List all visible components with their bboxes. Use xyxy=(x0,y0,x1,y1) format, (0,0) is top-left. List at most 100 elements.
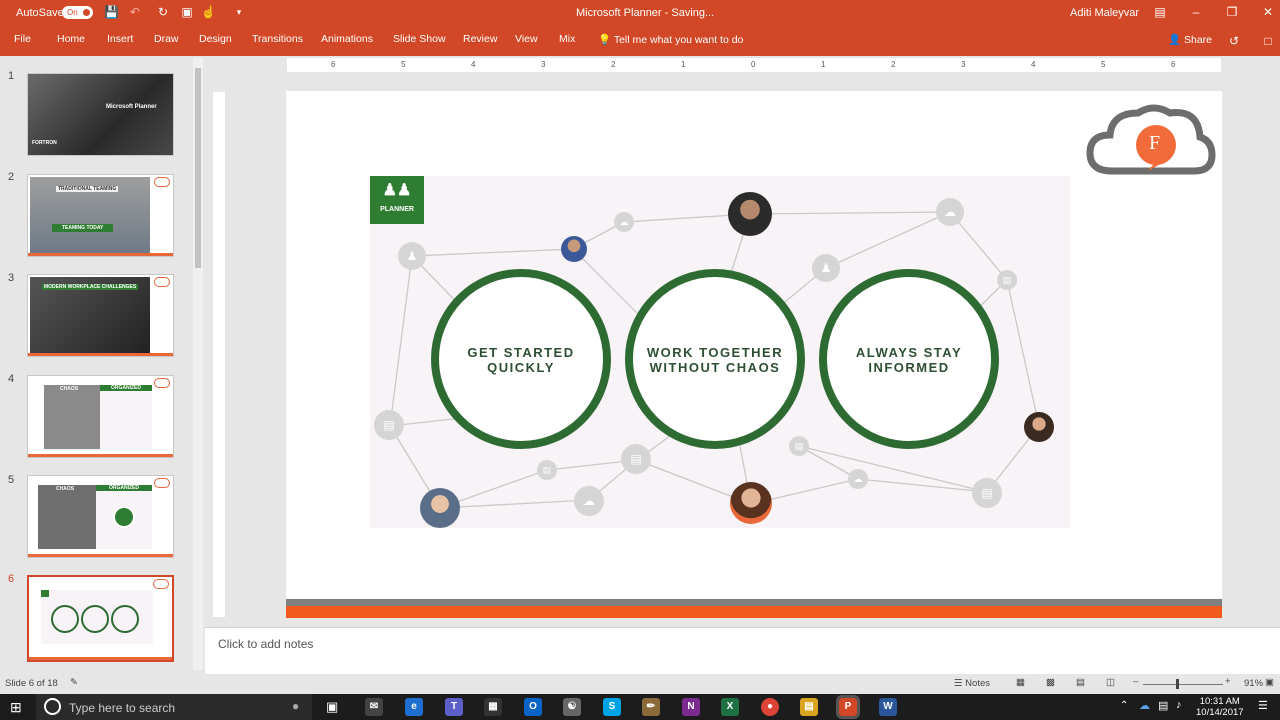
scrollbar-thumb[interactable] xyxy=(195,68,201,268)
minimize-icon[interactable]: – xyxy=(1186,3,1206,21)
maximize-icon[interactable]: ❐ xyxy=(1222,3,1242,21)
tab-file[interactable]: File xyxy=(14,33,31,45)
cortana-icon xyxy=(44,698,61,715)
thumb-accent-bar xyxy=(28,253,173,256)
avatar xyxy=(728,192,772,236)
thumb-accent-bar xyxy=(28,454,173,457)
file-explorer-icon[interactable]: ▤ xyxy=(800,698,818,716)
save-icon[interactable]: 💾 xyxy=(104,5,119,19)
thumb-number: 6 xyxy=(8,573,15,585)
ruler-label: 0 xyxy=(751,60,756,69)
taskbar-clock[interactable]: 10:31 AM 10/14/2017 xyxy=(1196,696,1244,718)
show-hidden-icons[interactable]: ⌃ xyxy=(1120,700,1128,711)
slide-thumbnail-3[interactable]: MODERN WORKPLACE CHALLENGES xyxy=(27,274,174,357)
notes-pane[interactable]: Click to add notes xyxy=(205,627,1280,674)
tell-me-search[interactable]: 💡 Tell me what you want to do xyxy=(598,33,743,46)
slide-scrollbar[interactable] xyxy=(1270,60,1280,620)
thumb-accent-bar xyxy=(28,353,173,356)
user-name[interactable]: Aditi Maleyvar xyxy=(1070,7,1139,19)
notes-toggle[interactable]: ☰ Notes xyxy=(954,678,990,689)
touch-mode-icon[interactable]: ☝ xyxy=(201,5,216,19)
thumbnail-scrollbar[interactable] xyxy=(193,58,203,670)
tab-home[interactable]: Home xyxy=(57,33,85,45)
chrome-icon[interactable]: ● xyxy=(761,698,779,716)
word-icon[interactable]: W xyxy=(879,698,897,716)
thumb-1-brand: FORTRON xyxy=(32,140,57,146)
document-node-icon: ▤ xyxy=(374,410,404,440)
customize-qat-icon[interactable]: ▾ xyxy=(232,5,246,19)
spelling-check-icon[interactable]: ✎ xyxy=(70,677,78,688)
comments-icon[interactable]: □ xyxy=(1258,32,1278,50)
ruler-label: 5 xyxy=(401,60,406,69)
outlook-icon[interactable]: O xyxy=(524,698,542,716)
activity-history-icon[interactable]: ↺ xyxy=(1224,32,1244,50)
tab-view[interactable]: View xyxy=(515,33,538,45)
planner-graphic[interactable]: ♟♟ PLANNER ♟ ☁ ♟ ☁ ▤ ▤ ▤ ▤ ☁ ▤ ☁ ▤ GET S… xyxy=(370,176,1070,528)
reading-view-icon[interactable]: ▤ xyxy=(1076,677,1085,688)
slide-thumbnail-4[interactable]: CHAOS ORGANIZED xyxy=(27,375,174,458)
slide-canvas[interactable]: F ♟♟ PLANNER ♟ ☁ ♟ ☁ ▤ ▤ ▤ ▤ ☁ ▤ ☁ ▤ GET… xyxy=(286,91,1222,618)
tab-review[interactable]: Review xyxy=(463,33,497,45)
normal-view-icon[interactable]: ▦ xyxy=(1016,677,1025,688)
redo-icon[interactable]: ↻ xyxy=(156,5,170,19)
group-node-icon: ♟ xyxy=(812,254,840,282)
slideshow-start-icon[interactable]: ▣ xyxy=(180,5,194,19)
network-icon[interactable]: ▤ xyxy=(1158,699,1168,712)
thumb-ring xyxy=(81,605,109,633)
slideshow-view-icon[interactable]: ◫ xyxy=(1106,677,1115,688)
thumb-4-right: ORGANIZED xyxy=(100,385,152,391)
zoom-in-icon[interactable]: + xyxy=(1225,676,1231,687)
app-icon[interactable]: ✏ xyxy=(642,698,660,716)
zoom-slider-thumb[interactable] xyxy=(1176,679,1179,689)
microphone-icon[interactable]: ● xyxy=(292,699,299,713)
skype-icon[interactable]: S xyxy=(603,698,621,716)
tab-draw[interactable]: Draw xyxy=(154,33,179,45)
tab-design[interactable]: Design xyxy=(199,33,232,45)
share-button[interactable]: 👤 Share xyxy=(1168,33,1212,46)
windows-start-icon[interactable]: ⊞ xyxy=(10,699,22,716)
tab-slide-show[interactable]: Slide Show xyxy=(393,33,446,45)
tab-transitions[interactable]: Transitions xyxy=(252,33,303,45)
slide-thumbnail-1[interactable]: Microsoft Planner FORTRON xyxy=(27,73,174,156)
fit-slide-icon[interactable]: ▣ xyxy=(1265,677,1274,688)
close-icon[interactable]: ✕ xyxy=(1258,3,1278,21)
store-icon[interactable]: ▦ xyxy=(484,698,502,716)
mail-app-icon[interactable]: ✉ xyxy=(365,698,383,716)
slide-thumbnail-6[interactable] xyxy=(27,575,174,662)
volume-icon[interactable]: ♪ xyxy=(1176,699,1182,711)
ruler-label: 4 xyxy=(1031,60,1036,69)
undo-icon[interactable]: ↶ xyxy=(128,5,142,19)
tab-animations[interactable]: Animations xyxy=(321,33,373,45)
slide-thumbnail-5[interactable]: CHAOS ORGANIZED xyxy=(27,475,174,558)
zoom-out-icon[interactable]: – xyxy=(1133,676,1138,687)
onenote-icon[interactable]: N xyxy=(682,698,700,716)
ring-label-line: INFORMED xyxy=(868,360,950,375)
teams-icon[interactable]: T xyxy=(445,698,463,716)
zoom-slider[interactable] xyxy=(1143,684,1223,685)
slide-thumbnail-2[interactable]: TRADITIONAL TEAMING TEAMING TODAY xyxy=(27,174,174,257)
tab-insert[interactable]: Insert xyxy=(107,33,133,45)
autosave-toggle[interactable]: On xyxy=(62,6,93,19)
ribbon-display-options-icon[interactable]: ▤ xyxy=(1150,3,1170,21)
notes-placeholder[interactable]: Click to add notes xyxy=(218,637,313,651)
thumb-number: 3 xyxy=(8,272,15,284)
task-view-icon[interactable]: ▣ xyxy=(326,699,338,715)
lightbulb-icon: 💡 xyxy=(598,34,612,46)
onedrive-icon[interactable]: ☁ xyxy=(1139,699,1150,712)
share-label: Share xyxy=(1184,34,1213,46)
ring-label-line: WITHOUT CHAOS xyxy=(649,360,781,375)
zoom-level[interactable]: 91% xyxy=(1244,678,1263,689)
taskbar-search[interactable]: Type here to search ● xyxy=(36,694,312,720)
notifications-icon[interactable]: ☰ xyxy=(1258,699,1268,712)
planner-logo-tile: ♟♟ PLANNER xyxy=(370,176,424,224)
document-node-icon: ▤ xyxy=(997,270,1017,290)
app-icon[interactable]: ☯ xyxy=(563,698,581,716)
thumb-5-right: ORGANIZED xyxy=(96,485,152,491)
edge-icon[interactable]: e xyxy=(405,698,423,716)
powerpoint-icon[interactable]: P xyxy=(836,695,860,719)
excel-icon[interactable]: X xyxy=(721,698,739,716)
thumb-number: 1 xyxy=(8,70,15,82)
tab-mix[interactable]: Mix xyxy=(559,33,575,45)
document-node-icon: ▤ xyxy=(621,444,651,474)
slide-sorter-icon[interactable]: ▩ xyxy=(1046,677,1055,688)
